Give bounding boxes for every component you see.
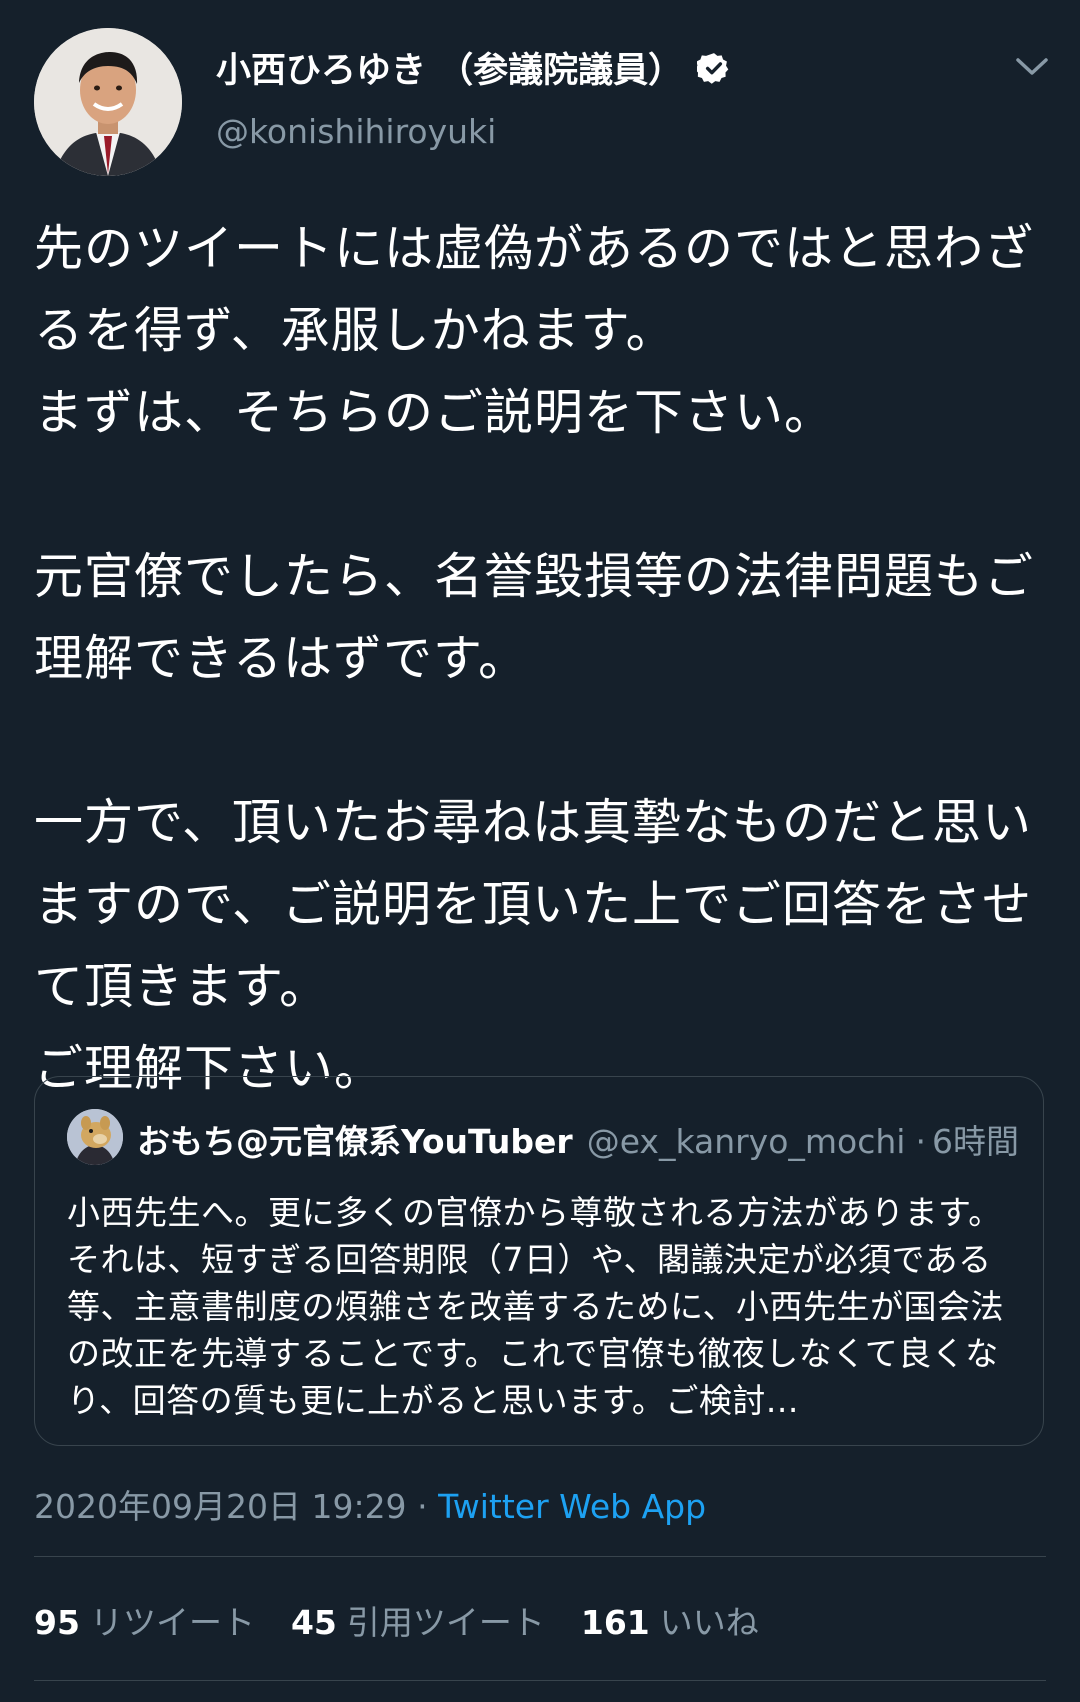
tweet-timestamp[interactable]: 2020年09月20日 19:29 <box>34 1487 407 1526</box>
meta-separator: · <box>417 1487 428 1526</box>
quote-tweets-label: 引用ツイート <box>346 1603 545 1642</box>
quoted-author-handle[interactable]: @ex_kanryo_mochi <box>587 1122 906 1161</box>
quoted-tweet-header: おもち@元官僚系YouTuber @ex_kanryo_mochi · 6時間 <box>137 1115 1019 1163</box>
chevron-down-icon[interactable] <box>1014 52 1050 80</box>
quoted-author-avatar <box>67 1109 123 1165</box>
tweet-meta: 2020年09月20日 19:29 · Twitter Web App <box>34 1480 706 1528</box>
verified-badge-icon <box>695 51 731 85</box>
author-avatar[interactable] <box>34 28 182 176</box>
quoted-tweet-card[interactable]: おもち@元官僚系YouTuber @ex_kanryo_mochi · 6時間 … <box>34 1076 1044 1446</box>
retweets-label: リツイート <box>89 1603 255 1642</box>
divider-bottom <box>34 1680 1046 1681</box>
likes-count: 161 <box>580 1603 650 1642</box>
quoted-tweet-text: 小西先生へ。更に多くの官僚から尊敬される方法があります。それは、短すぎる回答期限… <box>67 1193 1005 1420</box>
engagement-stats: 95 リツイート 45 引用ツイート 161 いいね <box>34 1596 795 1644</box>
quoted-author-name[interactable]: おもち@元官僚系YouTuber <box>137 1115 573 1163</box>
likes-label: いいね <box>659 1603 759 1642</box>
author-name[interactable]: 小西ひろゆき （参議院議員） <box>216 42 683 93</box>
tweet-header: 小西ひろゆき （参議院議員） @konishihiroyuki <box>0 0 1080 190</box>
likes-stat[interactable]: 161 いいね <box>581 1596 759 1644</box>
quote-tweets-stat[interactable]: 45 引用ツイート <box>291 1596 545 1644</box>
author-name-row[interactable]: 小西ひろゆき （参議院議員） <box>216 42 731 93</box>
source-app-link[interactable]: Twitter Web App <box>438 1487 706 1526</box>
retweets-stat[interactable]: 95 リツイート <box>34 1596 255 1644</box>
quoted-separator: · <box>915 1122 926 1161</box>
divider-top <box>34 1556 1046 1557</box>
quote-tweets-count: 45 <box>290 1603 337 1642</box>
retweets-count: 95 <box>34 1603 80 1642</box>
tweet-body-text: 先のツイートには虚偽があるのではと思わざるを得ず、承服しかねます。 まずは、そち… <box>34 220 1035 1097</box>
quoted-tweet-time[interactable]: 6時間 <box>932 1115 1019 1163</box>
author-handle[interactable]: @konishihiroyuki <box>216 112 496 151</box>
